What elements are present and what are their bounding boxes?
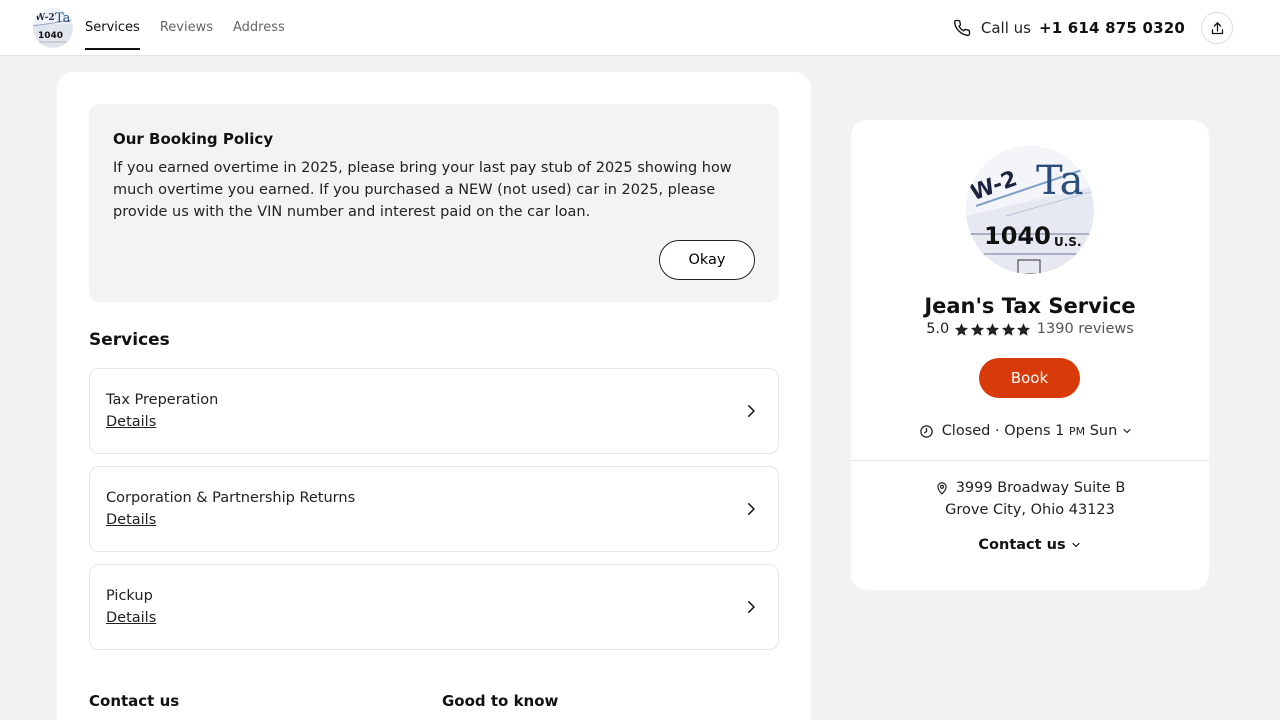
opens-day: Sun xyxy=(1089,423,1118,439)
top-navigation-bar: W-2 Ta 1040 Services Reviews Address Cal… xyxy=(0,0,1280,56)
service-details-link[interactable]: Details xyxy=(106,414,156,430)
star-icon xyxy=(955,322,969,336)
service-details-link[interactable]: Details xyxy=(106,610,156,626)
svg-text:U.S.: U.S. xyxy=(1054,235,1082,249)
star-icon xyxy=(1001,322,1015,336)
star-rating xyxy=(954,322,1032,337)
business-logo[interactable]: W-2 Ta 1040 xyxy=(33,8,73,48)
tab-services[interactable]: Services xyxy=(85,0,140,56)
opens-prefix: · Opens 1 xyxy=(995,423,1065,439)
chevron-right-icon xyxy=(748,503,755,515)
policy-text: If you earned overtime in 2025, please b… xyxy=(113,160,732,220)
location-pin-icon xyxy=(937,482,947,495)
star-icon xyxy=(970,322,984,336)
address-line-2: Grove City, Ohio 43123 xyxy=(945,502,1115,518)
tab-address[interactable]: Address xyxy=(233,0,285,56)
opening-hours-toggle[interactable]: Closed · Opens 1 PM Sun xyxy=(851,423,1209,439)
card-divider xyxy=(851,460,1209,461)
business-summary-card: W-2 Ta 1040 U.S. Jean's Tax Service 5.0 … xyxy=(851,120,1209,590)
svg-text:Ta: Ta xyxy=(1036,158,1083,204)
svg-text:1040: 1040 xyxy=(38,31,63,41)
service-item-pickup[interactable]: Pickup Details xyxy=(89,564,779,650)
tab-reviews[interactable]: Reviews xyxy=(160,0,213,56)
share-icon xyxy=(1211,21,1223,34)
service-name: Pickup xyxy=(106,588,153,604)
services-heading: Services xyxy=(89,330,170,350)
opens-pm: PM xyxy=(1068,424,1086,438)
chevron-right-icon xyxy=(748,601,755,613)
share-button[interactable] xyxy=(1201,12,1233,44)
star-icon xyxy=(1017,322,1031,336)
clock-icon xyxy=(919,424,933,438)
rating-summary[interactable]: 5.0 1390 reviews xyxy=(851,321,1209,337)
okay-button[interactable]: Okay xyxy=(659,240,755,280)
phone-icon xyxy=(953,19,971,37)
business-address[interactable]: 3999 Broadway Suite B Grove City, Ohio 4… xyxy=(851,477,1209,521)
status-text: Closed xyxy=(941,423,991,439)
review-count[interactable]: 1390 reviews xyxy=(1037,321,1134,337)
service-name: Tax Preperation xyxy=(106,392,219,408)
good-to-know-heading: Good to know xyxy=(442,692,559,710)
policy-title: Our Booking Policy xyxy=(113,130,274,148)
service-item-corporation-partnership[interactable]: Corporation & Partnership Returns Detail… xyxy=(89,466,779,552)
section-tabs: Services Reviews Address xyxy=(85,0,305,56)
booking-policy-notice: Our Booking Policy If you earned overtim… xyxy=(89,104,779,302)
main-content-card: Our Booking Policy If you earned overtim… xyxy=(57,72,811,720)
service-item-tax-preperation[interactable]: Tax Preperation Details xyxy=(89,368,779,454)
phone-number[interactable]: +1 614 875 0320 xyxy=(1039,19,1185,37)
business-name: Jean's Tax Service xyxy=(924,294,1136,318)
service-name: Corporation & Partnership Returns xyxy=(106,490,356,506)
call-us-label: Call us xyxy=(980,19,1031,37)
rating-value: 5.0 xyxy=(926,321,950,337)
chevron-down-icon xyxy=(1123,428,1131,434)
call-us-link[interactable]: Call us +1 614 875 0320 xyxy=(953,0,1185,56)
address-line-1: 3999 Broadway Suite B xyxy=(955,480,1126,496)
chevron-down-icon xyxy=(1071,542,1080,548)
contact-us-toggle[interactable]: Contact us xyxy=(851,537,1209,553)
contact-us-label: Contact us xyxy=(978,537,1066,553)
contact-us-heading: Contact us xyxy=(89,692,180,710)
service-details-link[interactable]: Details xyxy=(106,512,156,528)
book-button[interactable]: Book xyxy=(979,358,1080,398)
svg-text:W-2: W-2 xyxy=(34,13,55,23)
svg-text:1040: 1040 xyxy=(984,222,1051,250)
chevron-right-icon xyxy=(748,405,755,417)
svg-text:Ta: Ta xyxy=(55,11,71,26)
star-icon xyxy=(986,322,1000,336)
business-avatar: W-2 Ta 1040 U.S. xyxy=(966,146,1094,274)
